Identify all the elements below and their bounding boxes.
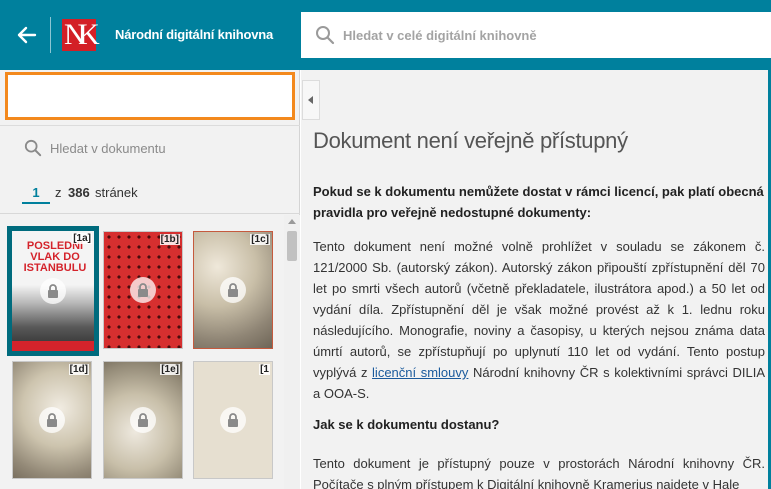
global-search [301,12,771,58]
document-search-input[interactable] [50,136,280,160]
access-paragraph: Tento dokument je přístupný pouze v pros… [313,456,765,489]
access-notice: Dokument není veřejně přístupný Pokud se… [313,128,765,489]
lock-badge [220,277,246,303]
page-thumbnail[interactable]: [1b] [103,231,183,349]
page-label: [1d] [68,364,89,375]
document-search [0,125,300,170]
lock-icon [138,413,148,427]
lock-badge [220,407,246,433]
header-divider [50,17,51,53]
page-label: [1b] [159,234,180,245]
page-thumbnail[interactable]: [1e] [103,361,183,479]
license-agreement-link[interactable]: licenční smlouvy [372,365,468,380]
page-thumbnail[interactable]: [1 [193,361,273,479]
chevron-left-icon [308,96,313,104]
cover-title: POSLEDNÍ VLAK DO ISTANBULU [23,240,87,274]
logo-letter-k: K [78,18,100,51]
page-label: [1a] [72,233,92,244]
lock-icon [47,413,57,427]
page-title: Dokument není veřejně přístupný [313,128,628,153]
pager-total: 386 [68,185,90,200]
lock-badge [40,278,66,304]
site-title[interactable]: Národní digitální knihovna [115,27,273,42]
page-navigator: z 386 stránek [0,170,300,214]
pager-unit-label: stránek [95,185,138,200]
thumbnails-scrollbar[interactable] [284,215,300,489]
scroll-thumb[interactable] [287,231,297,261]
document-title-box[interactable] [5,72,295,120]
lock-badge [130,277,156,303]
page-label: [1c] [250,234,270,245]
page-label: [1 [259,364,270,375]
intro-text: Pokud se k dokumentu nemůžete dostat v r… [313,184,764,220]
page-number-input[interactable] [22,182,50,204]
lock-icon [228,413,238,427]
lock-badge [39,407,65,433]
search-icon [24,139,42,157]
page-thumbnail[interactable]: POSLEDNÍ VLAK DO ISTANBULU [1a] [7,226,99,356]
arrow-left-icon [17,26,37,44]
cover-stripe [12,341,94,351]
lock-icon [138,283,148,297]
scroll-up-arrow-icon[interactable] [288,219,296,224]
main-content: Dokument není veřejně přístupný Pokud se… [301,70,771,489]
page-thumbnail[interactable]: [1c] [193,231,273,349]
lock-icon [48,284,58,298]
lock-icon [228,283,238,297]
access-subheading: Jak se k dokumentu dostanu? [313,417,500,432]
back-button[interactable] [12,20,42,50]
copyright-paragraph: Tento dokument není možné volně prohlíže… [313,236,765,404]
collapse-sidebar-button[interactable] [302,80,320,120]
lock-badge [130,407,156,433]
search-icon [316,26,335,45]
document-sidebar: z 386 stránek POSLEDNÍ VLAK DO ISTANBULU… [0,70,300,489]
page-label: [1e] [160,364,180,375]
page-thumbnails: POSLEDNÍ VLAK DO ISTANBULU [1a] [1b] [1c… [0,215,284,489]
copyright-text: Tento dokument není možné volně prohlíže… [313,239,765,380]
page-thumbnail[interactable]: [1d] [12,361,92,479]
pager-of-label: z [55,185,62,200]
app-header: N K Národní digitální knihovna [0,0,771,70]
global-search-input[interactable] [343,23,743,47]
